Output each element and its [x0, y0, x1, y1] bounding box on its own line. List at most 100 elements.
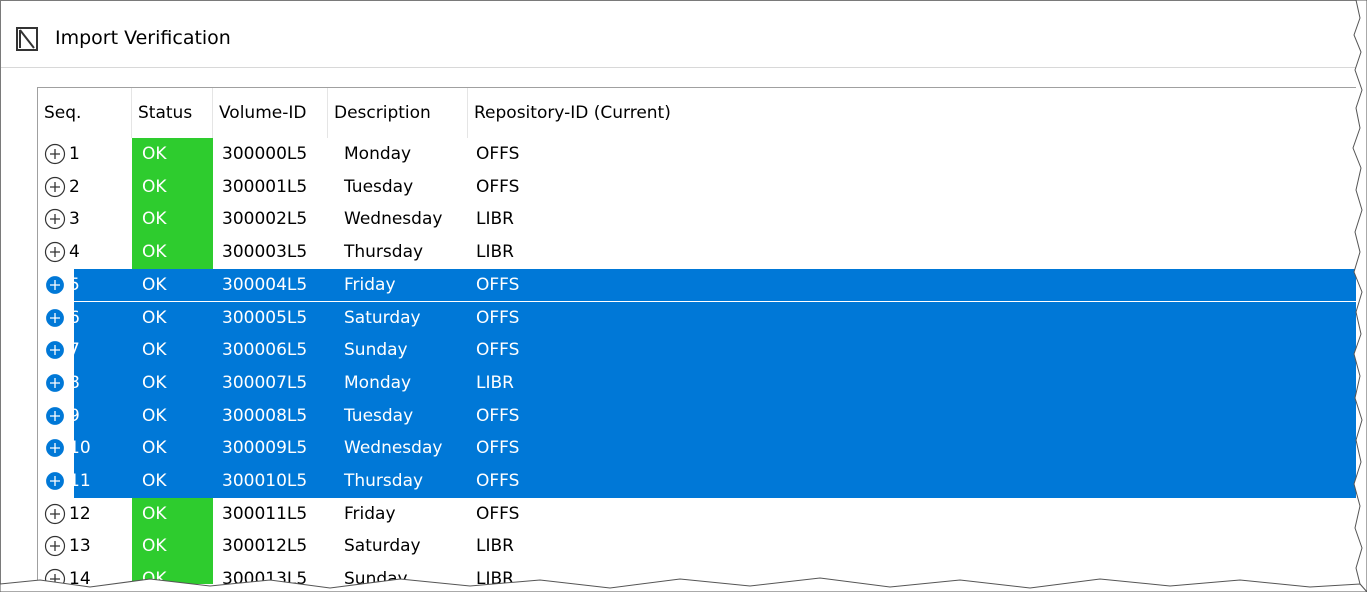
- repository-id-cell: OFFS: [476, 176, 520, 197]
- column-header-status[interactable]: Status: [132, 88, 213, 138]
- description-cell: Tuesday: [344, 405, 414, 426]
- repository-id-cell: OFFS: [476, 405, 520, 426]
- description-cell: Sunday: [344, 340, 408, 361]
- status-cell: OK: [142, 242, 167, 263]
- repository-id-cell: OFFS: [476, 471, 520, 491]
- expand-plus-icon[interactable]: [44, 176, 66, 198]
- description-cell: Friday: [344, 274, 396, 295]
- expand-plus-icon[interactable]: [44, 307, 66, 329]
- table-row[interactable]: 9 OK 300008L5 Tuesday OFFS: [38, 399, 1356, 433]
- status-cell: OK: [142, 438, 167, 459]
- column-header-repository-id[interactable]: Repository-ID (Current): [468, 88, 768, 138]
- column-header-seq[interactable]: Seq.: [38, 88, 132, 138]
- volume-id-cell: 300004L5: [222, 274, 308, 295]
- status-cell: OK: [142, 471, 167, 491]
- repository-id-cell: OFFS: [476, 503, 520, 524]
- status-cell: OK: [142, 372, 167, 393]
- status-cell: OK: [142, 209, 167, 230]
- volume-id-cell: 300009L5: [222, 438, 308, 459]
- volume-id-cell: 300002L5: [222, 209, 308, 230]
- status-cell: OK: [142, 569, 167, 584]
- expand-plus-icon[interactable]: [44, 339, 66, 361]
- table-row[interactable]: 14 OK 300013L5 Sunday LIBR: [38, 563, 1356, 584]
- table-row[interactable]: 5 OK 300004L5 Friday OFFS: [38, 268, 1356, 302]
- status-cell: OK: [142, 405, 167, 426]
- repository-id-cell: LIBR: [476, 536, 514, 557]
- seq-cell: 4: [69, 242, 80, 263]
- verification-list[interactable]: Seq. Status Volume-ID Description Reposi…: [37, 87, 1356, 584]
- table-row[interactable]: 11 OK 300010L5 Thursday OFFS: [38, 465, 1356, 498]
- volume-id-cell: 300011L5: [222, 503, 308, 524]
- seq-cell: 11: [69, 471, 91, 491]
- seq-cell: 10: [69, 438, 91, 459]
- seq-cell: 5: [69, 274, 80, 295]
- description-cell: Wednesday: [344, 209, 443, 230]
- description-cell: Sunday: [344, 569, 408, 584]
- volume-id-cell: 300012L5: [222, 536, 308, 557]
- column-header-volume-id[interactable]: Volume-ID: [213, 88, 328, 138]
- status-cell: OK: [142, 503, 167, 524]
- description-cell: Saturday: [344, 536, 421, 557]
- description-cell: Thursday: [344, 471, 424, 491]
- volume-id-cell: 300008L5: [222, 405, 308, 426]
- expand-plus-icon[interactable]: [44, 241, 66, 263]
- seq-cell: 9: [69, 405, 80, 426]
- table-row[interactable]: 6 OK 300005L5 Saturday OFFS: [38, 301, 1356, 335]
- description-cell: Saturday: [344, 307, 421, 328]
- table-row[interactable]: 4 OK 300003L5 Thursday LIBR: [38, 236, 1356, 269]
- status-cell: OK: [142, 144, 167, 164]
- volume-id-cell: 300005L5: [222, 307, 308, 328]
- expand-plus-icon[interactable]: [44, 372, 66, 394]
- repository-id-cell: LIBR: [476, 242, 514, 263]
- table-row[interactable]: 1 OK 300000L5 Monday OFFS: [38, 138, 1356, 171]
- expand-plus-icon[interactable]: [44, 568, 66, 584]
- table-row[interactable]: 10 OK 300009L5 Wednesday OFFS: [38, 432, 1356, 465]
- column-header-description[interactable]: Description: [328, 88, 468, 138]
- table-row[interactable]: 2 OK 300001L5 Tuesday OFFS: [38, 170, 1356, 204]
- seq-cell: 6: [69, 307, 80, 328]
- description-cell: Wednesday: [344, 438, 443, 459]
- status-cell: OK: [142, 176, 167, 197]
- expand-plus-icon[interactable]: [44, 208, 66, 230]
- window-title: Import Verification: [55, 27, 231, 49]
- status-cell: OK: [142, 340, 167, 361]
- description-cell: Thursday: [344, 242, 424, 263]
- expand-plus-icon[interactable]: [44, 143, 66, 165]
- repository-id-cell: OFFS: [476, 144, 520, 164]
- import-verification-window: Import Verification Seq. Status Volume-I…: [0, 0, 1356, 584]
- repository-id-cell: LIBR: [476, 569, 514, 584]
- title-bar: Import Verification: [1, 1, 1356, 68]
- seq-cell: 3: [69, 209, 80, 230]
- description-cell: Monday: [344, 372, 412, 393]
- repository-id-cell: OFFS: [476, 340, 520, 361]
- import-document-icon: [16, 27, 38, 51]
- volume-id-cell: 300013L5: [222, 569, 308, 584]
- expand-plus-icon[interactable]: [44, 437, 66, 459]
- seq-cell: 1: [69, 144, 80, 164]
- seq-cell: 13: [69, 536, 91, 557]
- repository-id-cell: LIBR: [476, 209, 514, 230]
- expand-plus-icon[interactable]: [44, 274, 66, 296]
- expand-plus-icon[interactable]: [44, 470, 66, 492]
- volume-id-cell: 300007L5: [222, 372, 308, 393]
- seq-cell: 8: [69, 372, 80, 393]
- table-row[interactable]: 8 OK 300007L5 Monday LIBR: [38, 366, 1356, 400]
- repository-id-cell: OFFS: [476, 307, 520, 328]
- seq-cell: 7: [69, 340, 80, 361]
- seq-cell: 14: [69, 569, 91, 584]
- volume-id-cell: 300003L5: [222, 242, 308, 263]
- description-cell: Monday: [344, 144, 412, 164]
- status-cell: OK: [142, 274, 167, 295]
- expand-plus-icon[interactable]: [44, 405, 66, 427]
- expand-plus-icon[interactable]: [44, 503, 66, 525]
- expand-plus-icon[interactable]: [44, 535, 66, 557]
- table-row[interactable]: 7 OK 300006L5 Sunday OFFS: [38, 334, 1356, 367]
- status-cell: OK: [142, 536, 167, 557]
- status-cell: OK: [142, 307, 167, 328]
- table-row[interactable]: 12 OK 300011L5 Friday OFFS: [38, 497, 1356, 531]
- volume-id-cell: 300000L5: [222, 144, 308, 164]
- table-row[interactable]: 3 OK 300002L5 Wednesday LIBR: [38, 203, 1356, 237]
- table-row[interactable]: 13 OK 300012L5 Saturday LIBR: [38, 530, 1356, 564]
- repository-id-cell: LIBR: [476, 372, 514, 393]
- volume-id-cell: 300006L5: [222, 340, 308, 361]
